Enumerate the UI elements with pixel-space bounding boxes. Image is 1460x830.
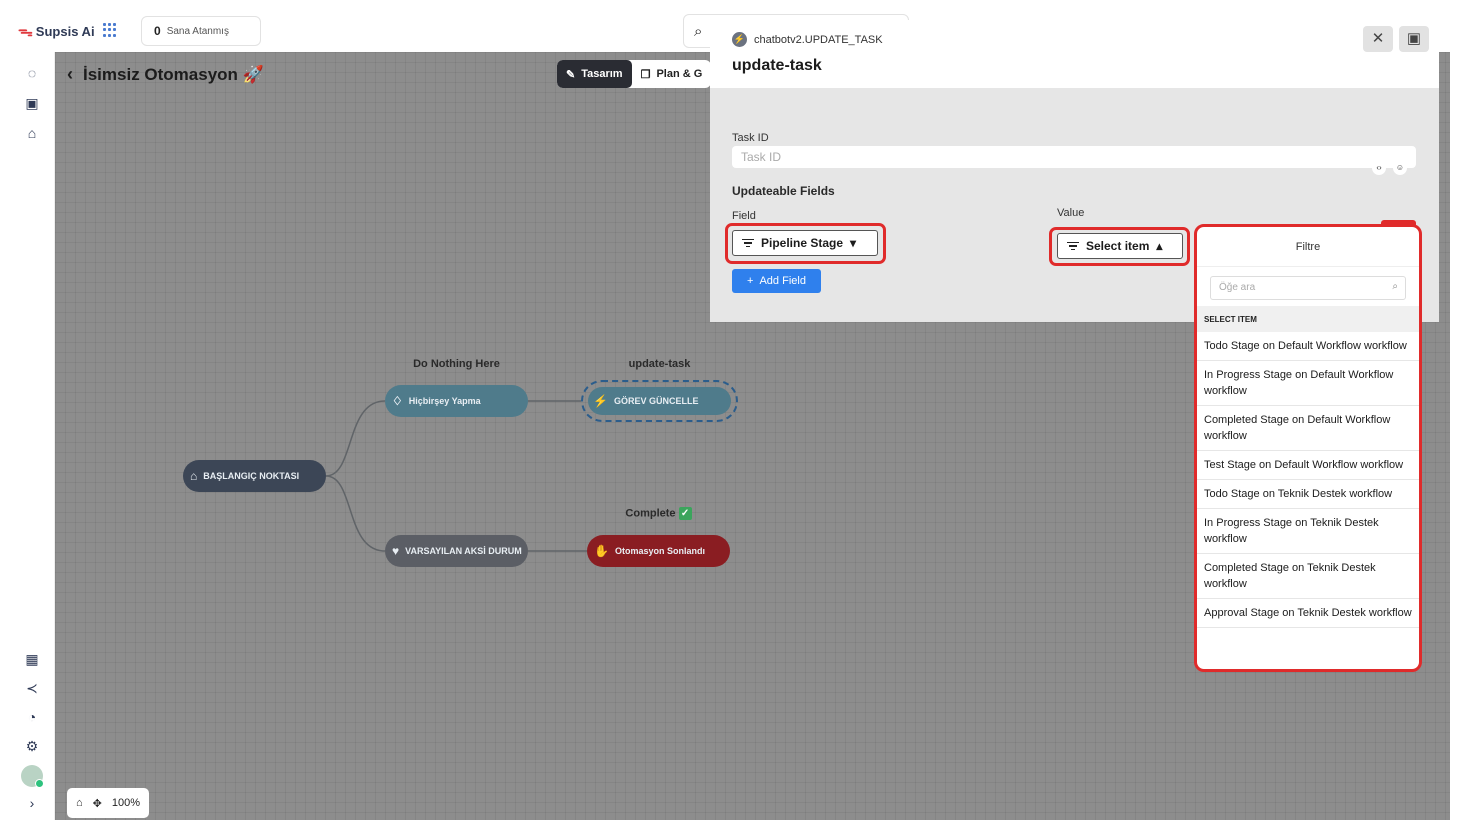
settings-icon[interactable]: ⚙ xyxy=(23,737,41,755)
search-icon: ⌕ xyxy=(1392,281,1398,292)
dashboard-icon[interactable]: ▦ xyxy=(23,650,41,668)
select-item-dropdown: Filtre Öğe ara ⌕ SELECT ITEM Todo Stage … xyxy=(1194,224,1422,672)
plus-icon: + xyxy=(747,275,754,287)
home-icon: ⌂ xyxy=(190,469,198,483)
zoom-level[interactable]: 100% xyxy=(112,797,140,809)
share-icon[interactable]: ≺ xyxy=(23,679,41,697)
bolt-icon: ⚡ xyxy=(732,32,747,47)
inbox-icon[interactable]: ⌂ xyxy=(23,124,41,142)
left-rail: ◌ ▣ ⌂ ▦ ≺ ◔ ⚙ › xyxy=(10,52,55,820)
chat-icon[interactable]: ◌ xyxy=(23,64,41,82)
dropdown-option[interactable]: Completed Stage on Default Workflow work… xyxy=(1197,406,1419,451)
node-caption-complete: Complete ✓ xyxy=(587,507,730,520)
updateable-fields-title: Updateable Fields xyxy=(732,184,835,198)
dropdown-search-input[interactable]: Öğe ara ⌕ xyxy=(1210,276,1406,300)
panel-header: ⚡ chatbotv2.UPDATE_TASK update-task ✕ ▣ xyxy=(710,20,1439,88)
expand-chevron-icon[interactable]: › xyxy=(23,794,41,812)
canvas-toolbar: ⌂ ✥ 100% xyxy=(67,788,150,818)
assigned-to-me-button[interactable]: 0 Sana Atanmış xyxy=(141,16,261,46)
user-avatar[interactable] xyxy=(21,765,44,788)
flow-connectors xyxy=(325,400,587,552)
dropdown-section-label: SELECT ITEM xyxy=(1197,306,1419,332)
node-end[interactable]: ✋ Otomasyon Sonlandı xyxy=(587,535,730,567)
dropdown-option[interactable]: In Progress Stage on Teknik Destek workf… xyxy=(1197,509,1419,554)
field-select[interactable]: Pipeline Stage ▾ xyxy=(732,230,878,256)
check-icon: ✓ xyxy=(678,507,692,520)
assigned-label: Sana Atanmış xyxy=(166,25,229,37)
filter-icon xyxy=(1067,241,1079,251)
dropdown-option[interactable]: Test Stage on Default Workflow workflow xyxy=(1197,451,1419,480)
node-caption-nothing: Do Nothing Here xyxy=(413,358,500,370)
app-frame: ᯓ Supsis Ai 0 Sana Atanmış ⌕ ◌ ▣ ⌂ ▦ ≺ ◔… xyxy=(10,10,1450,820)
add-field-button[interactable]: + Add Field xyxy=(732,269,821,293)
value-select[interactable]: Select item ▴ xyxy=(1057,233,1183,259)
caret-up-icon: ▴ xyxy=(1156,239,1163,253)
dropdown-option[interactable]: Todo Stage on Teknik Destek workflow xyxy=(1197,480,1419,509)
task-id-label: Task ID xyxy=(732,132,769,144)
node-update-task[interactable]: ⚡ GÖREV GÜNCELLE xyxy=(581,380,738,422)
reports-icon[interactable]: ◔ xyxy=(23,708,41,726)
caret-down-icon: ▾ xyxy=(850,236,857,250)
dropdown-option[interactable]: Todo Stage on Default Workflow workflow xyxy=(1197,332,1419,361)
close-icon: ✕ xyxy=(1371,30,1385,47)
dropdown-option[interactable]: In Progress Stage on Default Workflow wo… xyxy=(1197,361,1419,406)
bolt-icon: ⚡ xyxy=(593,394,608,408)
app-name: Supsis Ai xyxy=(35,23,95,39)
dropdown-option[interactable]: Completed Stage on Teknik Destek workflo… xyxy=(1197,554,1419,599)
node-start[interactable]: ⌂ BAŞLANGIÇ NOKTASI xyxy=(183,460,326,492)
wave-hand-icon: ✋ xyxy=(594,544,609,558)
node-caption-update: update-task xyxy=(628,358,691,370)
node-do-nothing[interactable]: ♢ Hiçbirşey Yapma xyxy=(385,385,528,417)
handshake-icon: ♢ xyxy=(392,394,403,408)
task-id-input[interactable]: Task ID xyxy=(732,146,1416,168)
move-icon[interactable]: ✥ xyxy=(93,797,102,810)
emoji-icon[interactable]: ☺ xyxy=(1393,161,1407,175)
apps-grid-icon[interactable] xyxy=(103,23,117,37)
logo-icon: ᯓ xyxy=(18,23,33,40)
home-icon[interactable]: ⌂ xyxy=(76,797,83,809)
filter-icon xyxy=(742,238,754,248)
code-icon[interactable]: ‹› xyxy=(1372,161,1386,175)
search-icon: ⌕ xyxy=(694,23,703,40)
dropdown-header: Filtre xyxy=(1197,227,1419,267)
panel-title: update-task xyxy=(732,57,822,74)
save-button[interactable]: ▣ xyxy=(1399,26,1429,52)
save-icon: ▣ xyxy=(1406,30,1422,47)
dropdown-option[interactable]: Approval Stage on Teknik Destek workflow xyxy=(1197,599,1419,628)
assigned-count: 0 xyxy=(154,24,161,38)
contacts-icon[interactable]: ▣ xyxy=(23,94,41,112)
node-default-case[interactable]: ♥ VARSAYILAN AKSİ DURUM xyxy=(385,535,528,567)
broken-heart-icon: ♥ xyxy=(392,544,400,558)
value-label: Value xyxy=(1057,207,1085,219)
panel-subtitle: ⚡ chatbotv2.UPDATE_TASK xyxy=(732,32,883,47)
close-button[interactable]: ✕ xyxy=(1363,26,1393,52)
app-logo[interactable]: ᯓ Supsis Ai xyxy=(18,21,95,41)
field-label: Field xyxy=(732,210,756,222)
